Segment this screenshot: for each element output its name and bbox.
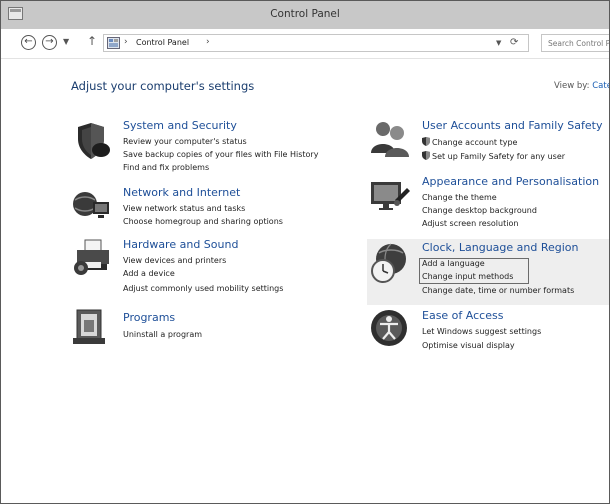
- admin-shield-icon: [422, 151, 430, 160]
- category-link[interactable]: Choose homegroup and sharing options: [123, 217, 283, 226]
- category-title[interactable]: Clock, Language and Region: [422, 241, 579, 254]
- programs-icon[interactable]: [73, 308, 107, 346]
- category-title[interactable]: Programs: [123, 311, 175, 324]
- category-link-text[interactable]: Change account type: [432, 138, 517, 147]
- category-title[interactable]: System and Security: [123, 119, 237, 132]
- navigation-bar: ← → ▼ ↑ › Control Panel › ▼ ⟳ Search Con…: [1, 29, 609, 59]
- category-title[interactable]: Network and Internet: [123, 186, 240, 199]
- category-title[interactable]: Hardware and Sound: [123, 238, 238, 251]
- category-link[interactable]: View network status and tasks: [123, 204, 245, 213]
- category-link[interactable]: Adjust commonly used mobility settings: [123, 284, 283, 293]
- breadcrumb-separator[interactable]: ›: [124, 37, 128, 47]
- category-link[interactable]: Optimise visual display: [422, 341, 515, 350]
- category-link[interactable]: Change the theme: [422, 193, 497, 202]
- chevron-down-icon[interactable]: ▼: [63, 37, 69, 46]
- category-link[interactable]: Change desktop background: [422, 206, 537, 215]
- address-field[interactable]: › Control Panel › ▼ ⟳: [103, 34, 529, 52]
- link-focus-rectangle: [419, 258, 529, 284]
- window-title: Control Panel: [270, 8, 340, 20]
- breadcrumb-separator[interactable]: ›: [206, 37, 210, 47]
- category-link[interactable]: Find and fix problems: [123, 163, 209, 172]
- category-link[interactable]: Review your computer's status: [123, 137, 247, 146]
- category-link[interactable]: View devices and printers: [123, 256, 226, 265]
- category-link[interactable]: Adjust screen resolution: [422, 219, 518, 228]
- address-dropdown-icon[interactable]: ▼: [496, 39, 501, 47]
- breadcrumb[interactable]: Control Panel: [136, 38, 189, 47]
- up-arrow-icon[interactable]: ↑: [87, 34, 97, 48]
- title-bar[interactable]: Control Panel: [1, 1, 609, 29]
- category-link[interactable]: Change account type: [422, 137, 517, 147]
- forward-arrow-icon[interactable]: →: [42, 35, 57, 50]
- printer-icon[interactable]: [71, 238, 113, 278]
- view-by-value[interactable]: Category: [592, 81, 609, 91]
- category-title[interactable]: User Accounts and Family Safety: [422, 119, 602, 132]
- admin-shield-icon: [422, 137, 430, 146]
- category-title[interactable]: Appearance and Personalisation: [422, 175, 599, 188]
- view-by[interactable]: View by: Category: [554, 81, 609, 91]
- users-icon[interactable]: [369, 119, 411, 159]
- view-by-label: View by:: [554, 81, 590, 91]
- control-panel-small-icon: [107, 37, 120, 49]
- category-link[interactable]: Change date, time or number formats: [422, 286, 574, 295]
- category-title[interactable]: Ease of Access: [422, 309, 503, 322]
- category-link[interactable]: Add a device: [123, 269, 175, 278]
- network-icon[interactable]: [71, 186, 111, 222]
- category-link[interactable]: Save backup copies of your files with Fi…: [123, 150, 318, 159]
- refresh-icon[interactable]: ⟳: [510, 37, 518, 48]
- search-input[interactable]: Search Control Panel: [541, 34, 610, 52]
- page-title: Adjust your computer's settings: [71, 79, 255, 93]
- control-panel-window: Control Panel ← → ▼ ↑ › Control Panel › …: [0, 0, 610, 504]
- category-link-text[interactable]: Set up Family Safety for any user: [432, 152, 565, 161]
- search-placeholder: Search Control Panel: [548, 39, 610, 48]
- category-link[interactable]: Set up Family Safety for any user: [422, 151, 565, 161]
- back-arrow-icon[interactable]: ←: [21, 35, 36, 50]
- category-link[interactable]: Uninstall a program: [123, 330, 202, 339]
- ease-of-access-icon[interactable]: [369, 308, 409, 348]
- category-link[interactable]: Let Windows suggest settings: [422, 327, 541, 336]
- appearance-icon[interactable]: [369, 178, 411, 216]
- clock-globe-icon[interactable]: [369, 241, 413, 285]
- shield-icon[interactable]: [71, 121, 111, 161]
